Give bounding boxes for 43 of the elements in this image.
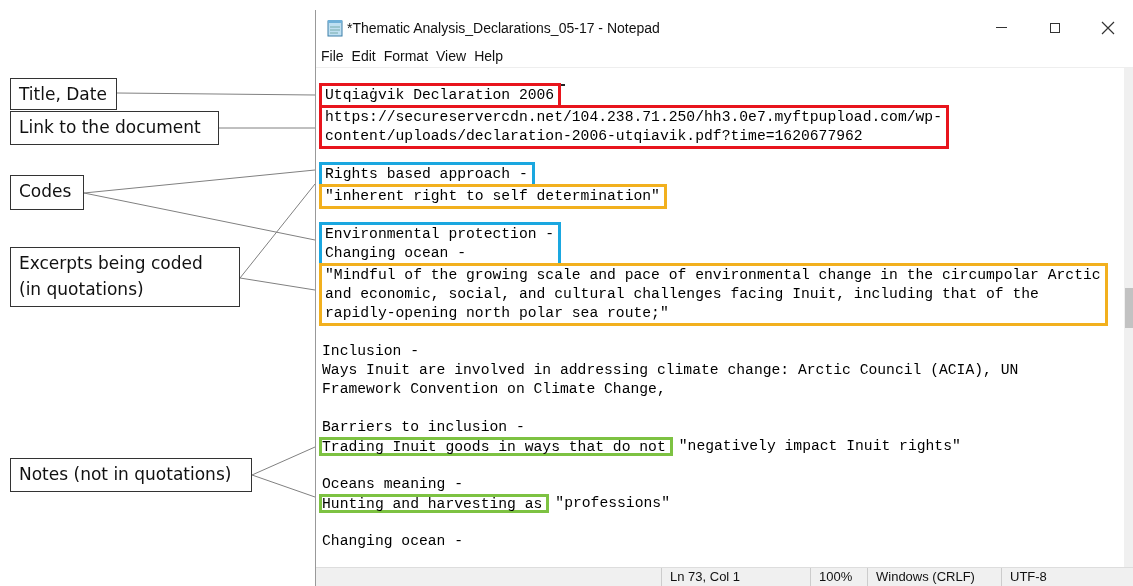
text-line: https://secureservercdn.net/104.238.71.250/hh3.0e7.myftpupload.com/wp-	[324, 108, 942, 127]
callout-label: Codes	[10, 175, 84, 210]
window-title: *Thematic Analysis_Declarations_05-17 - Notepad	[347, 19, 660, 36]
text-line: and economic, social, and cultural challenges facing Inuit, including that of the	[324, 285, 1040, 304]
menu-item[interactable]: Help	[474, 48, 503, 64]
maximize-icon	[1048, 21, 1061, 34]
text-line: rapidly-opening north polar sea route;"	[324, 304, 670, 323]
text-line: Inclusion -	[321, 342, 420, 361]
status-field: Windows (CRLF)	[867, 568, 1001, 586]
text-line: "inherent right to self determination"	[324, 187, 660, 206]
callout-label: Link to the document	[10, 111, 219, 145]
annotated-text: Hunting and harvesting as	[319, 494, 550, 513]
text-line: Oceans meaning -	[321, 475, 465, 494]
menu-item[interactable]: Format	[383, 48, 429, 64]
leader-line	[251, 446, 316, 476]
text-line: "negatively impact Inuit rights"	[678, 437, 961, 456]
text-line: Utqiaġvik Declaration 2006	[324, 86, 555, 105]
status-field: UTF-8	[1001, 568, 1133, 586]
text-line: Rights based approach -	[324, 165, 528, 184]
scrollbar[interactable]	[1124, 68, 1133, 567]
text-line: content/uploads/declaration-2006-utqiavik.pdf?time=1620677962	[324, 127, 864, 146]
callout-label: Excerpts being coded (in quotations)	[10, 247, 240, 307]
notepad-icon	[327, 18, 343, 37]
status-field: 100%	[810, 568, 867, 586]
menu-item[interactable]: File	[321, 48, 344, 64]
text-line: Framework Convention on Climate Change,	[321, 380, 667, 399]
callout-label: Notes (not in quotations)	[10, 458, 252, 492]
text-line: Barriers to inclusion -	[321, 418, 526, 437]
minimize-icon	[996, 27, 1007, 28]
status-field: Ln 73, Col 1	[661, 568, 810, 586]
annotated-text: Trading Inuit goods in ways that do not	[319, 437, 673, 456]
text-line: Environmental protection -	[324, 225, 555, 244]
text-line: Changing ocean -	[324, 244, 468, 263]
text-line: Changing ocean -	[321, 532, 465, 551]
text-line: "professions"	[555, 494, 670, 513]
menu-item[interactable]: Edit	[351, 48, 376, 64]
text-line: Ways Inuit are involved in addressing climate change: Arctic Council (ACIA), UN	[321, 361, 1020, 380]
menu-item[interactable]: View	[436, 48, 467, 64]
scrollbar-thumb[interactable]	[1125, 288, 1133, 328]
close-icon	[1100, 20, 1115, 35]
leader-line	[251, 474, 316, 498]
callout-label: Title, Date	[10, 78, 117, 110]
text-line: "Mindful of the growing scale and pace of environmental change in the circumpolar Arctic	[324, 266, 1101, 285]
